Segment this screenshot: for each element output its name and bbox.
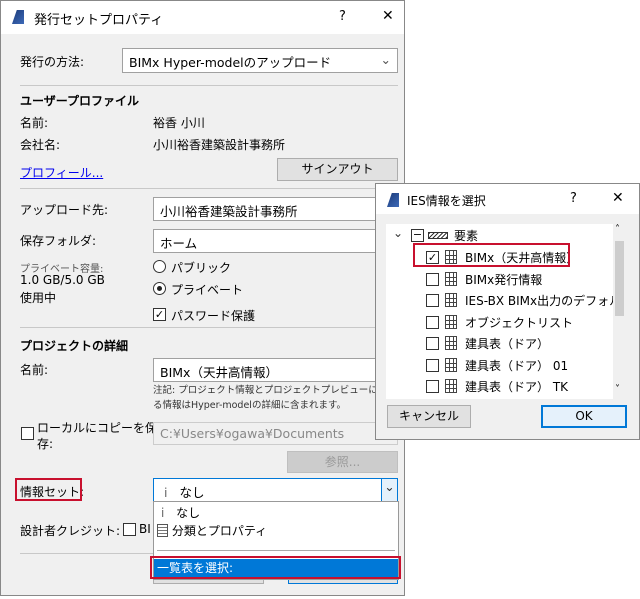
schedule-grid-icon [445, 336, 457, 350]
option-label: なし [176, 506, 201, 520]
company-value: 小川裕香建築設計事務所 [153, 138, 286, 152]
designer-credit-partial: BI [139, 522, 151, 536]
tree-root-label: 要素 [454, 229, 479, 243]
method-value: BIMx Hyper-modelのアップロード [129, 55, 332, 70]
help-button[interactable]: ? [339, 9, 346, 24]
item-label: 建具表（ドア） TK [465, 380, 569, 394]
divider [20, 85, 398, 86]
item-label: オブジェクトリスト [465, 315, 574, 330]
divider [157, 550, 395, 551]
ok-button[interactable]: OK [541, 405, 627, 428]
ies-list-item[interactable]: IES-BX BIMx出力のデフォルト [426, 290, 626, 310]
item-label: BIMx発行情報 [465, 272, 543, 287]
item-label: 建具表（ドア） 01 [465, 358, 569, 373]
user-profile-heading: ユーザープロファイル [20, 94, 140, 108]
info-icon: i [161, 506, 165, 520]
ies-list-item[interactable]: 建具表（ドア） TK [426, 376, 611, 396]
project-name-field[interactable]: BIMx（天井高情報） [153, 358, 398, 382]
save-folder-label: 保存フォルダ: [20, 234, 97, 248]
publish-set-properties-dialog: 発行セットプロパティ ? ✕ 発行の方法: BIMx Hyper-modelのア… [0, 0, 416, 596]
cancel-button[interactable]: キャンセル [387, 405, 471, 428]
method-select[interactable]: BIMx Hyper-modelのアップロード ⌄ [122, 48, 398, 73]
private-capacity-suffix: 使用中 [20, 291, 57, 305]
divider [20, 188, 398, 189]
dropdown-option-classification[interactable]: 分類とプロパティ [157, 522, 395, 540]
item-label: IES-BX BIMx出力のデフォルト [465, 294, 626, 308]
item-checkbox[interactable] [426, 272, 439, 286]
title-bar: 発行セットプロパティ ? ✕ [1, 1, 404, 34]
element-hatch-icon [428, 232, 448, 239]
info-set-label-highlight [15, 478, 82, 501]
ies-list-item[interactable]: オブジェクトリスト [426, 312, 611, 332]
close-button[interactable]: ✕ [612, 190, 624, 206]
dialog-title: 発行セットプロパティ [34, 13, 164, 28]
private-capacity-value: 1.0 GB/5.0 GB [20, 273, 105, 287]
name-label: 名前: [20, 116, 49, 130]
public-radio[interactable] [153, 260, 166, 273]
public-label: パブリック [171, 261, 232, 275]
local-copy-label-1: ローカルにコピーを保 [37, 421, 158, 435]
chevron-down-icon: ⌄ [380, 52, 391, 67]
private-label: プライベート [171, 283, 244, 297]
company-label: 会社名: [20, 138, 61, 152]
info-set-value: なし [179, 485, 205, 500]
selected-item-highlight [413, 243, 570, 267]
schedule-grid-icon [445, 357, 457, 372]
designer-credit-label: 設計者クレジット: [20, 524, 121, 538]
archicad-logo-icon [12, 10, 24, 24]
item-checkbox[interactable] [426, 294, 439, 307]
help-button[interactable]: ? [570, 191, 577, 206]
chevron-down-icon[interactable]: ⌄ [381, 479, 397, 501]
select-schedule-highlight [150, 556, 401, 579]
expand-chevron-icon[interactable]: ⌄ [393, 226, 403, 240]
upload-destination-label: アップロード先: [20, 203, 109, 217]
divider [20, 327, 398, 328]
note-line-2: る情報はHyper-modelの詳細に含まれます。 [153, 400, 346, 411]
save-folder-field[interactable]: ホーム [153, 229, 398, 253]
schedule-grid-icon [445, 314, 457, 329]
archicad-logo-icon [387, 193, 399, 207]
name-value: 裕香 小川 [153, 116, 205, 130]
method-label: 発行の方法: [20, 55, 85, 69]
schedule-grid-icon [445, 293, 457, 307]
project-name-label: 名前: [20, 363, 49, 377]
item-checkbox[interactable] [426, 315, 439, 329]
ies-select-dialog: IES情報を選択 ? ✕ ⌄ − 要素 ✓ BIMx（天井高情報） BIMx発行情報… [375, 183, 640, 440]
scrollbar[interactable]: ˄ ˅ [613, 224, 626, 399]
option-label: 分類とプロパティ [171, 524, 268, 538]
scrollbar-thumb[interactable] [615, 241, 624, 316]
schedule-grid-icon [445, 379, 457, 393]
document-icon [157, 524, 168, 537]
divider [20, 553, 155, 554]
info-set-select[interactable]: i なし ⌄ [153, 478, 398, 502]
sign-out-button[interactable]: サインアウト [277, 158, 398, 181]
profile-link[interactable]: プロフィール... [20, 164, 103, 181]
item-checkbox[interactable] [426, 380, 439, 393]
password-checkbox[interactable]: ✓ [153, 308, 166, 321]
password-label: パスワード保護 [171, 309, 256, 323]
title-bar: IES情報を選択 ? ✕ [376, 184, 639, 214]
schedule-grid-icon [445, 271, 457, 286]
close-button[interactable]: ✕ [382, 8, 394, 24]
ies-list-item[interactable]: 建具表（ドア） [426, 333, 611, 353]
designer-credit-checkbox[interactable] [123, 523, 136, 536]
ies-list-item[interactable]: BIMx発行情報 [426, 269, 611, 289]
item-checkbox[interactable] [426, 337, 439, 350]
private-radio[interactable] [153, 282, 166, 295]
item-label: 建具表（ドア） [465, 337, 550, 351]
dialog-title: IES情報を選択 [407, 194, 486, 208]
scroll-down-icon[interactable]: ˅ [615, 384, 620, 395]
browse-button[interactable]: 参照... [287, 451, 398, 473]
dropdown-option-none[interactable]: i なし [157, 504, 395, 522]
local-path-field[interactable]: C:¥Users¥ogawa¥Documents [153, 422, 398, 445]
item-checkbox[interactable] [426, 358, 439, 372]
scroll-up-icon[interactable]: ˄ [615, 224, 620, 235]
upload-destination-field[interactable]: 小川裕香建築設計事務所 [153, 197, 398, 221]
info-icon: i [164, 485, 168, 500]
collapse-toggle[interactable]: − [411, 229, 424, 242]
local-copy-checkbox[interactable] [21, 427, 34, 440]
ies-list-item[interactable]: 建具表（ドア） 01 [426, 355, 611, 375]
project-details-heading: プロジェクトの詳細 [20, 339, 129, 353]
local-copy-label-2: 存: [37, 437, 54, 451]
